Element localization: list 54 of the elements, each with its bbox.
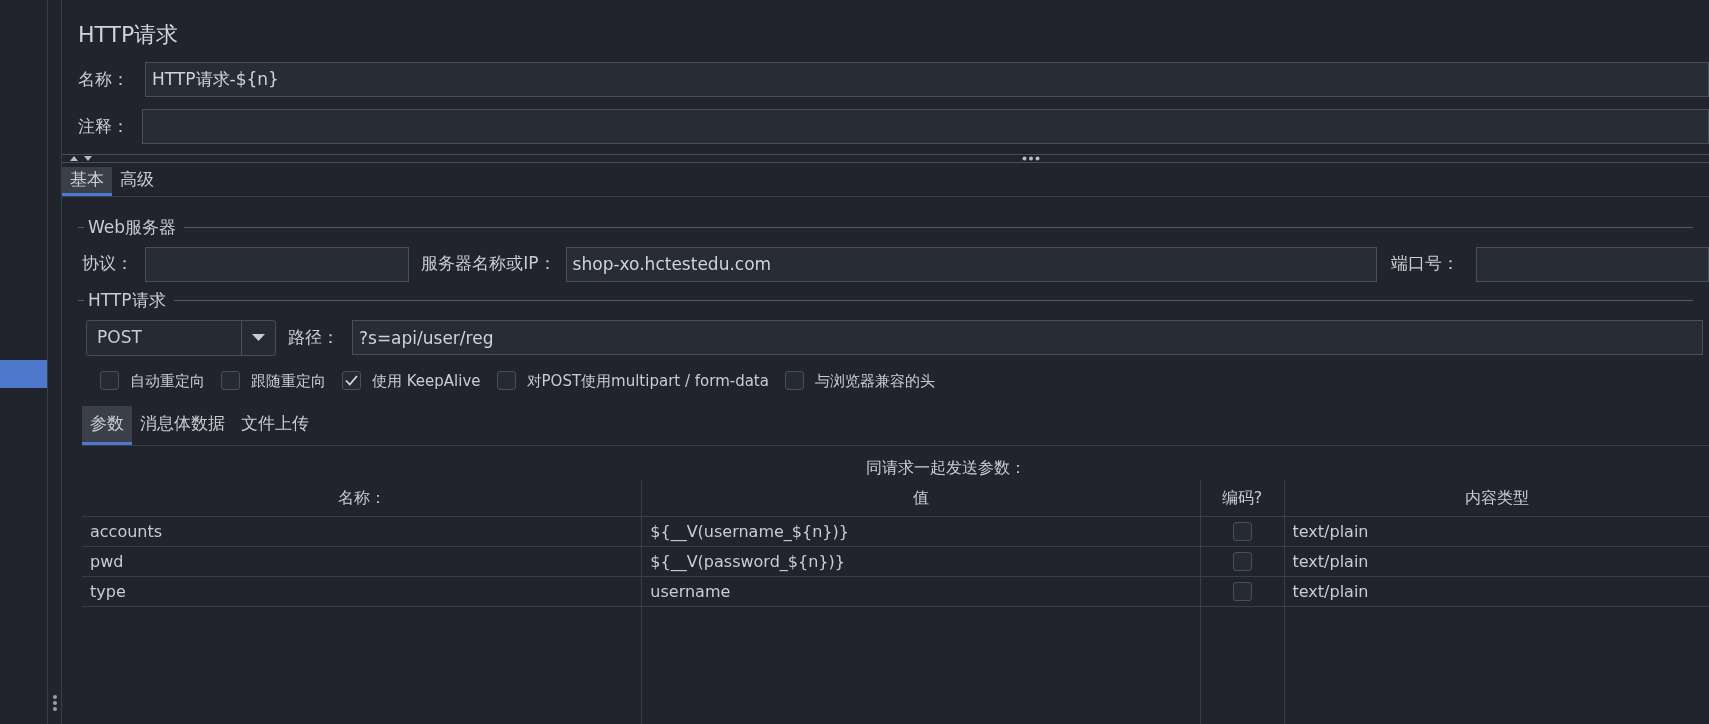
path-field[interactable]: ?s=api/user/reg [352,320,1703,355]
checkbox[interactable] [221,371,240,391]
table-caption: 同请求一起发送参数： [864,457,1027,479]
collapse-arrows-icon [70,155,94,162]
table-cell-text: type [89,580,127,603]
method-dropdown[interactable]: POST [86,319,276,356]
column-header: 名称： [336,487,387,509]
checkbox[interactable] [1232,582,1252,601]
checkbox[interactable] [496,371,516,391]
server-field[interactable]: shop-xo.hctestedu.com [565,246,1377,282]
table-cell: username [641,577,1200,606]
table-cell: ${__V(password_${n})} [641,547,1200,576]
checkbox[interactable] [1232,522,1252,541]
name-field[interactable]: HTTP请求-${n} [145,62,1709,97]
field-label: 注释： [78,114,130,138]
field-label: 路径： [288,325,340,349]
field-label: 名称： [78,67,130,91]
table-cell: text/plain [1283,517,1709,546]
field-label: 端口号： [1390,252,1460,276]
protocol-field[interactable] [144,246,410,282]
checkbox[interactable] [784,371,804,391]
field-label: 协议： [82,252,134,276]
port-field[interactable] [1476,246,1709,282]
splitter-dots-icon [1022,156,1040,161]
field-label: 服务器名称或IP： [421,252,556,276]
option-label: 与浏览器兼容的头 [814,370,935,392]
panel-title: HTTP请求 [78,21,180,48]
checkbox[interactable] [342,371,361,391]
table-cell-text: accounts [89,520,164,543]
column-header: 值 [641,480,1200,516]
option-label: 使用 KeepAlive [372,370,481,392]
table-cell: text/plain [1283,577,1709,606]
option-label: 自动重定向 [130,370,205,392]
option-label: 跟随重定向 [251,370,326,392]
table-cell: ${__V(username_${n})} [641,517,1200,546]
checkbox[interactable] [100,371,119,391]
comment-field[interactable] [142,109,1709,144]
table-cell: text/plain [1283,547,1709,576]
checkmark-icon [345,375,358,387]
group-legend: Web服务器 [86,214,179,241]
caret-icon [252,334,265,341]
tab[interactable]: 基本 [62,167,112,196]
drag-handle-icon [52,694,58,712]
column-header: 编码? [1199,480,1284,516]
tab[interactable]: 文件上传 [233,406,317,445]
table-cell-text: pwd [89,550,125,573]
column-header: 内容类型 [1283,480,1709,516]
tab[interactable]: 参数 [82,406,132,445]
tab[interactable]: 消息体数据 [132,406,233,445]
checkbox[interactable] [1232,552,1252,571]
option-label: 对POST使用multipart / form-data [526,370,769,392]
tab[interactable]: 高级 [112,167,162,196]
sidebar-item[interactable] [0,360,47,388]
group-legend: HTTP请求 [86,287,168,314]
